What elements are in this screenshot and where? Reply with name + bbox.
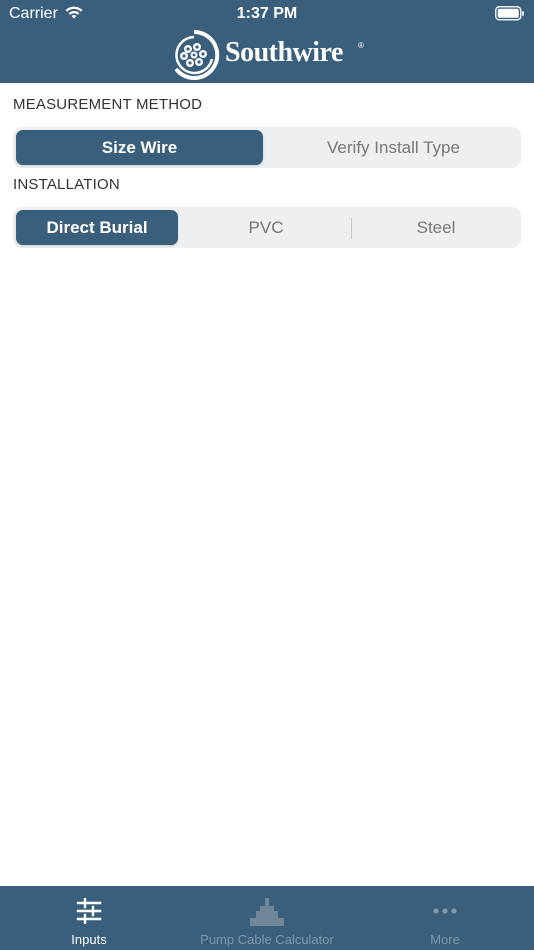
tab-more-label: More bbox=[430, 932, 460, 947]
status-time: 1:37 PM bbox=[236, 5, 298, 22]
tab-more[interactable]: More bbox=[356, 886, 534, 950]
tab-inputs-label: Inputs bbox=[71, 932, 107, 947]
segment-direct-burial[interactable]: Direct Burial bbox=[16, 210, 178, 245]
measurement-method-label: MEASUREMENT METHOD bbox=[13, 96, 203, 113]
tab-bar: Inputs Pump Cable Calculator More bbox=[0, 886, 534, 950]
registered-mark: ® bbox=[358, 41, 364, 50]
tab-pump-cable-calculator[interactable]: Pump Cable Calculator bbox=[178, 886, 356, 950]
segment-verify-install-type[interactable]: Verify Install Type bbox=[269, 130, 518, 165]
tab-inputs[interactable]: Inputs bbox=[0, 886, 178, 950]
segment-steel[interactable]: Steel bbox=[354, 210, 518, 245]
pump-icon bbox=[250, 898, 284, 926]
segment-divider bbox=[351, 218, 352, 239]
brand-name: Southwire bbox=[225, 37, 343, 68]
battery-icon bbox=[495, 6, 524, 21]
installation-control: Direct Burial PVC Steel bbox=[13, 207, 521, 248]
status-bar: Carrier 1:37 PM bbox=[0, 0, 534, 28]
segment-size-wire[interactable]: Size Wire bbox=[16, 130, 263, 165]
sliders-icon bbox=[76, 898, 102, 924]
measurement-method-control: Size Wire Verify Install Type bbox=[13, 127, 521, 168]
tab-pump-cable-calculator-label: Pump Cable Calculator bbox=[200, 932, 334, 947]
app-header: Carrier 1:37 PM Southwire ® bbox=[0, 0, 534, 83]
southwire-logo-icon bbox=[174, 29, 220, 80]
ellipsis-icon bbox=[433, 908, 457, 914]
southwire-logo: Southwire ® bbox=[168, 29, 368, 81]
segment-pvc[interactable]: PVC bbox=[184, 210, 348, 245]
installation-label: INSTALLATION bbox=[13, 176, 120, 193]
